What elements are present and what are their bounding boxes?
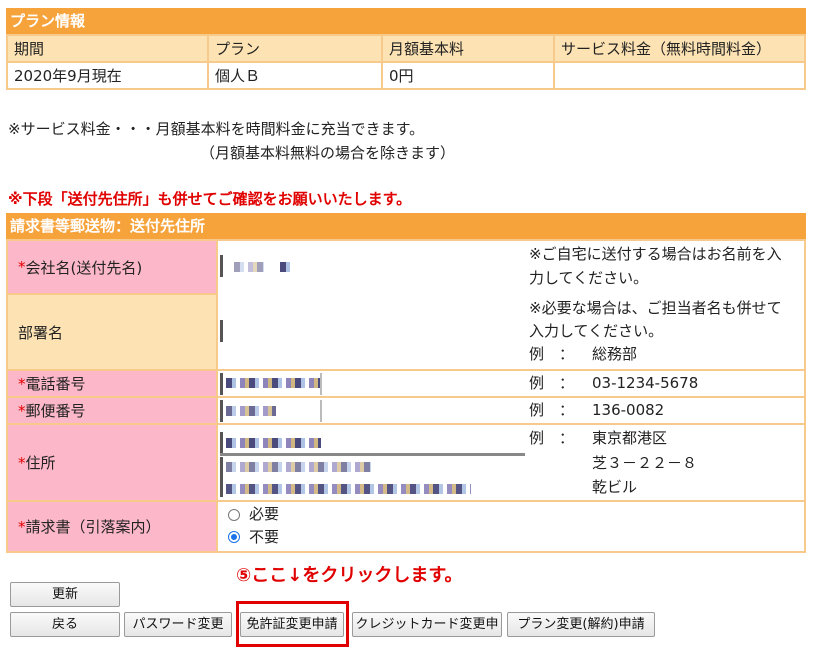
phone-example-prefix: 例 ： <box>529 374 575 392</box>
invoice-required-radio[interactable] <box>228 509 240 521</box>
phone-label: * 電話番号 <box>8 371 218 396</box>
department-input[interactable] <box>220 320 520 342</box>
invoice-not-required-radio[interactable] <box>228 531 240 543</box>
address-label: * 住所 <box>8 425 218 500</box>
plan-header-service-fee: サービス料金（無料時間料金） <box>553 34 806 63</box>
row-divider <box>8 500 806 502</box>
address-input-2[interactable] <box>220 457 525 497</box>
address-input-1[interactable] <box>220 432 525 456</box>
column-divider <box>525 241 527 295</box>
invoice-required-label[interactable]: 必要 <box>249 502 279 527</box>
plan-header-monthly-fee: 月額基本料 <box>381 34 555 63</box>
row-divider <box>8 293 218 295</box>
postal-input[interactable] <box>220 400 525 422</box>
postal-label: * 郵便番号 <box>8 398 218 423</box>
postal-example-prefix: 例 ： <box>529 401 575 419</box>
department-label: 部署名 <box>8 295 218 369</box>
row-divider <box>8 423 806 425</box>
company-hint-line2: 力してください。 <box>529 269 649 287</box>
phone-input[interactable] <box>220 373 525 395</box>
department-hint-line2: 入力してください。 <box>529 322 664 340</box>
invoice-not-required-label[interactable]: 不要 <box>249 525 279 550</box>
plan-section-title: プラン情報 <box>6 8 806 34</box>
company-label: * 会社名(送付先名) <box>8 241 218 293</box>
update-button[interactable]: 更新 <box>10 582 120 607</box>
back-button[interactable]: 戻る <box>10 612 120 637</box>
plan-table: 期間 プラン 月額基本料 サービス料金（無料時間料金） 2020年9月現在 個人… <box>6 34 806 90</box>
address-check-warning: ※下段「送付先住所」も併せてご確認をお願いいたします。 <box>8 190 412 208</box>
plan-cell-monthly-fee: 0円 <box>381 61 555 90</box>
phone-example: 03-1234-5678 <box>592 374 699 392</box>
plan-cell-period: 2020年9月現在 <box>6 61 209 90</box>
address-example-line1: 東京都港区 <box>592 429 668 447</box>
plan-header-plan: プラン <box>207 34 383 63</box>
password-change-button[interactable]: パスワード変更 <box>124 612 232 637</box>
license-button-highlight <box>236 601 349 647</box>
company-hint-line1: ※ご自宅に送付する場合はお名前を入 <box>529 245 782 263</box>
click-instruction: ⑤ここ↓をクリックします。 <box>236 565 463 586</box>
address-example-line3: 乾ビル <box>592 478 638 496</box>
company-input[interactable] <box>220 255 520 277</box>
plan-change-button[interactable]: プラン変更(解約)申請 <box>507 612 655 637</box>
address-section-title: 請求書等郵送物：送付先住所 <box>6 213 806 239</box>
address-example-line2: 芝３－２２－８ <box>592 454 698 472</box>
department-hint-line1: ※必要な場合は、ご担当者名も併せて <box>529 299 782 317</box>
plan-header-period: 期間 <box>6 34 209 63</box>
plan-cell-service-fee <box>553 61 806 90</box>
credit-card-change-button[interactable]: クレジットカード変更申 <box>352 612 502 637</box>
plan-cell-plan: 個人Ｂ <box>207 61 383 90</box>
department-example: 総務部 <box>592 345 638 363</box>
invoice-label: * 請求書（引落案内） <box>8 502 218 551</box>
service-fee-note-sub: （月額基本料無料の場合を除きます） <box>200 144 456 162</box>
service-fee-note: ※サービス料金・・・月額基本料を時間料金に充当できます。 <box>8 120 425 138</box>
department-example-prefix: 例 ： <box>529 345 575 363</box>
postal-example: 136-0082 <box>592 401 665 419</box>
address-example-prefix: 例 ： <box>529 429 575 447</box>
row-divider <box>8 396 806 398</box>
